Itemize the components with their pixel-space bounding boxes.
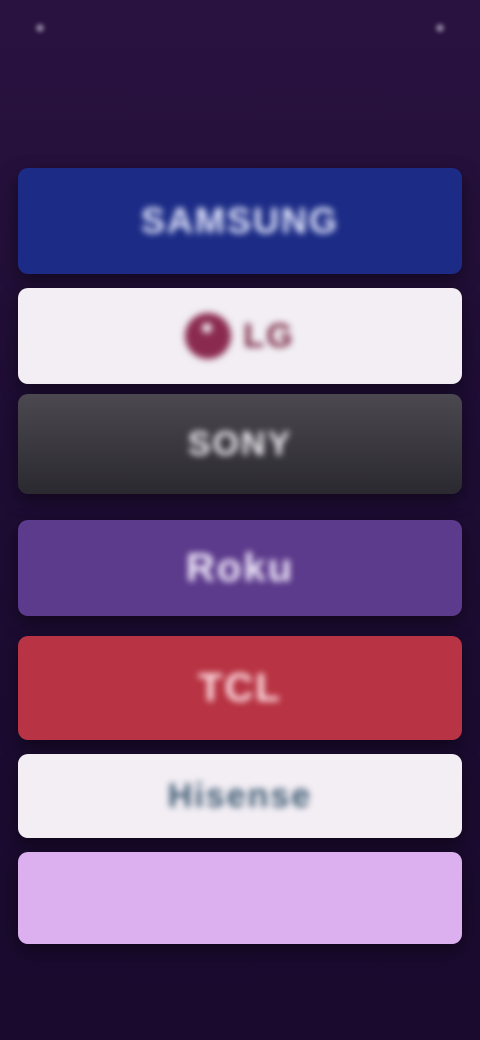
status-left <box>36 24 44 32</box>
brand-card-roku[interactable]: Roku <box>18 520 462 616</box>
brand-label: TCL <box>198 665 282 710</box>
status-icon <box>36 24 44 32</box>
brand-card-sony-content: SONY <box>188 425 292 464</box>
brand-card-tcl-content: TCL <box>198 666 282 711</box>
brand-label: Hisense <box>167 776 313 815</box>
brand-card-samsung-content: SAMSUNG <box>141 200 339 242</box>
brand-label: LG <box>243 316 295 355</box>
battery-icon <box>436 24 444 32</box>
brand-card-hisense-content: Hisense <box>168 777 312 816</box>
brand-label: SAMSUNG <box>140 200 339 241</box>
brand-label: Roku <box>186 545 294 590</box>
brand-card-sony[interactable]: SONY <box>18 394 462 494</box>
brand-card-roku-content: Roku <box>186 546 294 591</box>
lg-logo-icon <box>185 313 232 359</box>
brand-card-other[interactable] <box>18 852 462 944</box>
status-bar <box>0 0 480 56</box>
brand-card-tcl[interactable]: TCL <box>18 636 462 740</box>
status-right <box>436 24 444 32</box>
brand-card-lg[interactable]: LG <box>18 288 462 384</box>
header <box>24 80 324 90</box>
brand-card-lg-content: LG <box>185 313 294 359</box>
brand-label: SONY <box>187 424 293 463</box>
brand-card-samsung[interactable]: SAMSUNG <box>18 168 462 274</box>
brand-card-hisense[interactable]: Hisense <box>18 754 462 838</box>
